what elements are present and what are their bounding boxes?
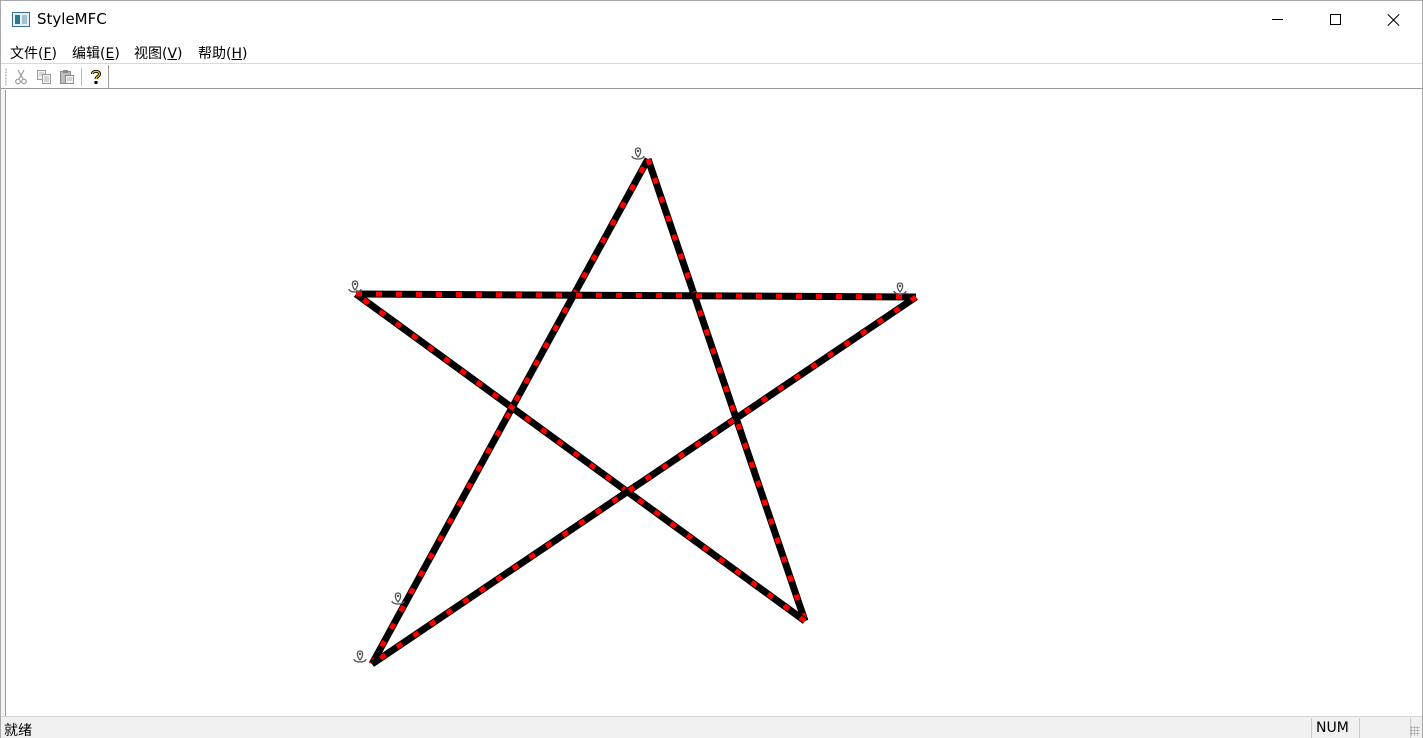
maximize-button[interactable]	[1306, 1, 1364, 38]
minimize-button[interactable]	[1248, 1, 1306, 38]
toolbar	[1, 63, 1422, 89]
toolbar-separator	[81, 68, 82, 86]
help-icon	[91, 69, 102, 84]
close-button[interactable]	[1365, 1, 1423, 38]
drawing-canvas[interactable]	[5, 90, 1422, 716]
toolbar-end	[108, 65, 109, 89]
menu-edit[interactable]: 编辑(E)	[72, 43, 120, 63]
location-pin-icon	[348, 280, 362, 293]
app-icon[interactable]	[12, 12, 30, 27]
menu-help[interactable]: 帮助(H)	[198, 43, 247, 63]
location-pin-icon	[353, 650, 367, 663]
app-window: StyleMFC 文件(F) 编辑(E) 视图(V) 帮助(H) 就绪 NUM	[0, 0, 1423, 738]
minimize-icon	[1271, 19, 1283, 20]
num-lock-indicator: NUM	[1311, 718, 1359, 738]
cut-icon	[15, 69, 27, 85]
toolbar-grip[interactable]	[5, 68, 7, 86]
close-icon	[1387, 13, 1401, 27]
copy-icon	[37, 70, 51, 84]
copy-button[interactable]	[34, 67, 54, 87]
resize-grip[interactable]	[1410, 726, 1420, 736]
menu-view[interactable]: 视图(V)	[134, 43, 183, 63]
help-button[interactable]	[86, 67, 106, 87]
status-pane-empty	[1359, 718, 1411, 738]
location-pin-icon	[631, 147, 645, 160]
status-bar: 就绪 NUM	[1, 716, 1422, 738]
title-bar[interactable]: StyleMFC	[1, 1, 1422, 38]
pentagram-drawing	[348, 147, 918, 667]
menu-file[interactable]: 文件(F)	[10, 43, 57, 63]
paste-icon	[60, 70, 74, 84]
paste-button[interactable]	[57, 67, 77, 87]
menu-bar: 文件(F) 编辑(E) 视图(V) 帮助(H)	[1, 39, 1422, 63]
maximize-icon	[1329, 14, 1341, 25]
cut-button[interactable]	[11, 67, 31, 87]
window-title: StyleMFC	[37, 10, 107, 28]
status-message: 就绪	[4, 723, 32, 738]
location-pin-icon	[893, 282, 907, 295]
